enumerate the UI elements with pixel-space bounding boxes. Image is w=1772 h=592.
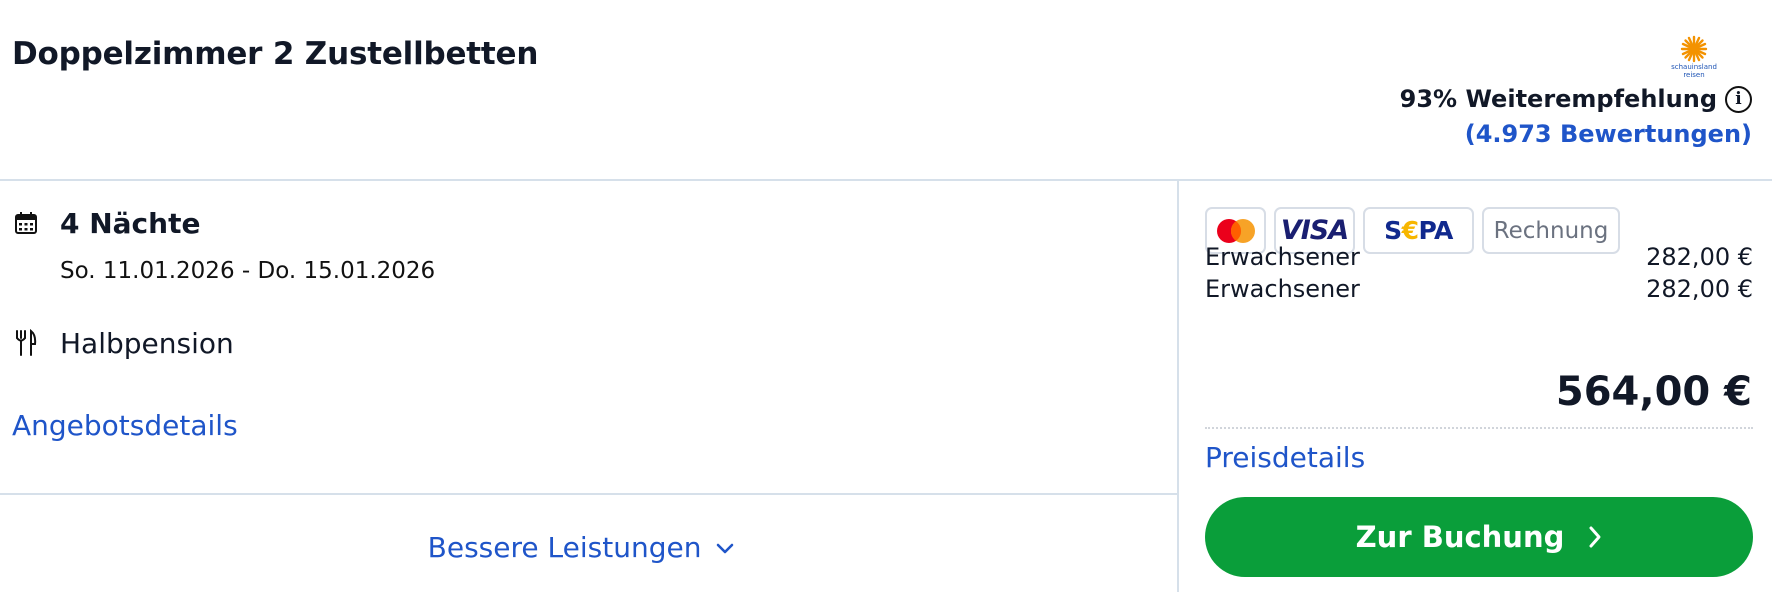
- price-details-link[interactable]: Preisdetails: [1205, 441, 1365, 474]
- better-services-toggle[interactable]: Bessere Leistungen: [0, 531, 1162, 564]
- chevron-right-icon: [1588, 525, 1602, 549]
- room-title: Doppelzimmer 2 Zustellbetten: [12, 36, 539, 72]
- price-line-amount: 282,00 €: [1646, 275, 1753, 303]
- price-line-label: Erwachsener: [1205, 243, 1360, 271]
- price-line: Erwachsener 282,00 €: [1205, 243, 1753, 271]
- dotted-divider: [1205, 427, 1753, 429]
- provider-logo-text: schauinsland reisen: [1671, 63, 1717, 79]
- price-line-label: Erwachsener: [1205, 275, 1360, 303]
- calendar-icon: [15, 212, 37, 234]
- board-type: Halbpension: [60, 327, 234, 360]
- divider: [0, 493, 1179, 495]
- price-line: Erwachsener 282,00 €: [1205, 275, 1753, 303]
- price-line-amount: 282,00 €: [1646, 243, 1753, 271]
- offer-details-link[interactable]: Angebotsdetails: [12, 409, 238, 442]
- total-price: 564,00 €: [1555, 369, 1752, 415]
- travel-dates: So. 11.01.2026 - Do. 15.01.2026: [60, 258, 436, 284]
- better-services-label: Bessere Leistungen: [427, 531, 702, 564]
- book-button-label: Zur Buchung: [1355, 520, 1565, 554]
- recommendation: 93% Weiterempfehlung i: [1400, 85, 1752, 113]
- sun-logo-icon: [1680, 35, 1708, 63]
- price-panel: VISA S € PA Rechnung Erwachsener 282,00 € …: [1181, 181, 1772, 592]
- nights-count: 4 Nächte: [60, 207, 201, 240]
- chevron-down-icon: [717, 543, 734, 554]
- reviews-link[interactable]: (4.973 Bewertungen): [1465, 120, 1752, 148]
- info-icon[interactable]: i: [1725, 85, 1752, 113]
- recommendation-text: 93% Weiterempfehlung: [1399, 85, 1717, 113]
- offer-header: Doppelzimmer 2 Zustellbetten schauinslan…: [0, 0, 1772, 181]
- offer-details-panel: 4 Nächte So. 11.01.2026 - Do. 15.01.2026…: [0, 181, 1179, 592]
- provider-logo: schauinsland reisen: [1668, 35, 1720, 83]
- book-button[interactable]: Zur Buchung: [1205, 497, 1753, 577]
- cutlery-icon: [16, 329, 37, 356]
